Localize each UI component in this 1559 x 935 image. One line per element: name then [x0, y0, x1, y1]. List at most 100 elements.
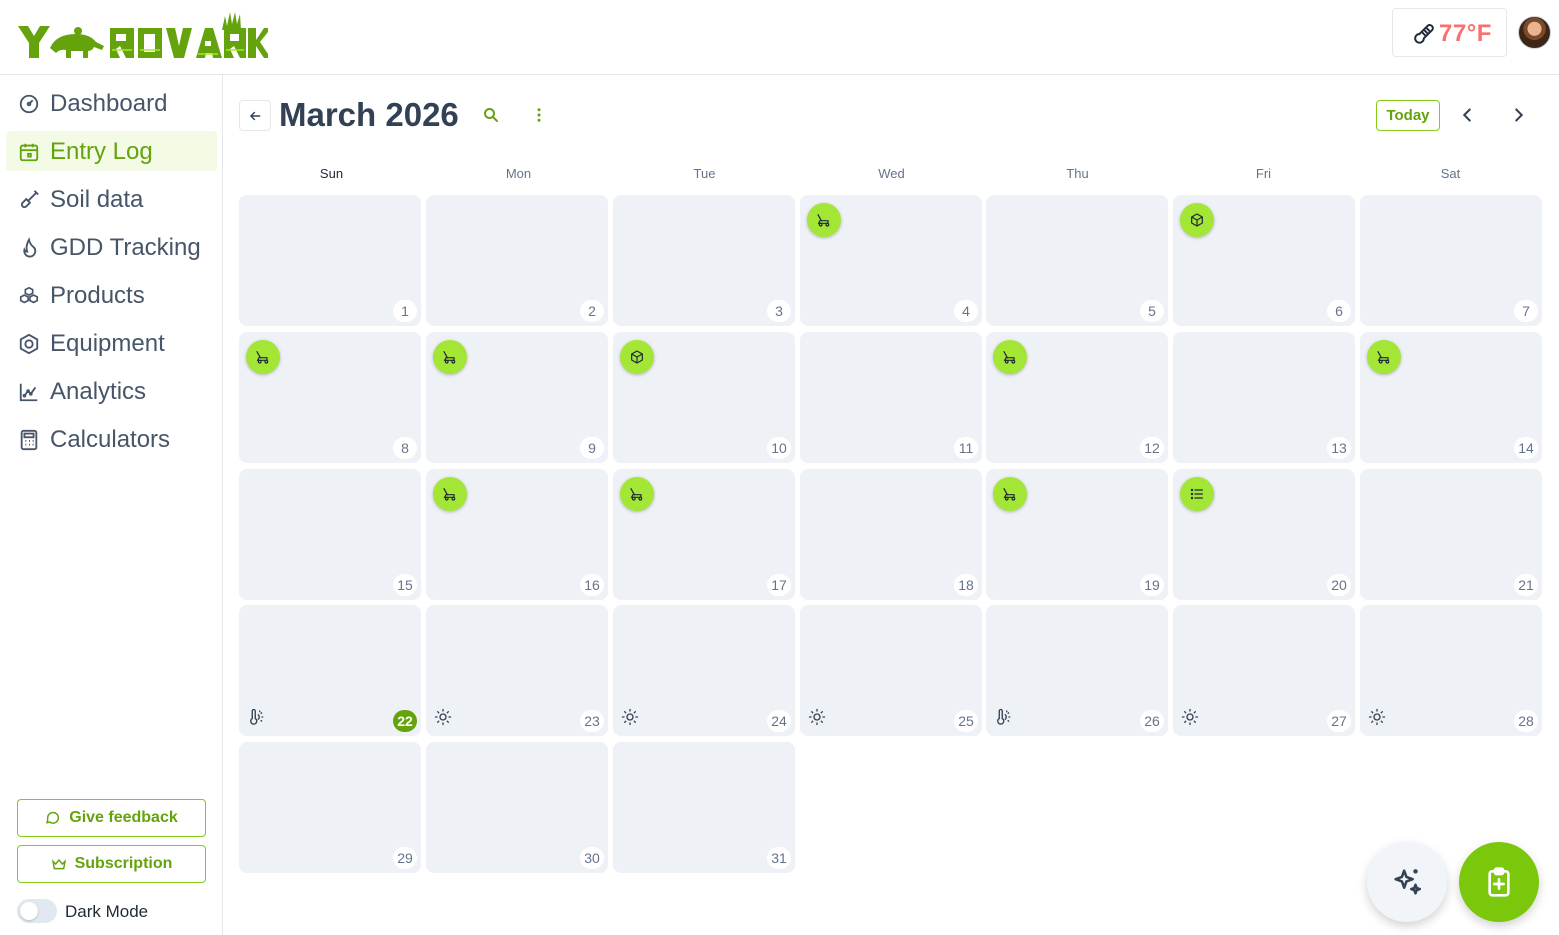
sidebar-item-label: GDD Tracking	[50, 234, 201, 261]
day-number: 29	[393, 847, 417, 869]
calendar-day-cell[interactable]: 1	[239, 195, 421, 326]
mower-entry-icon[interactable]	[620, 477, 654, 511]
day-number: 22	[393, 710, 417, 732]
back-button[interactable]	[239, 100, 271, 131]
calendar-day-cell[interactable]: 4	[800, 195, 982, 326]
user-avatar[interactable]	[1518, 16, 1551, 49]
calendar-day-cell[interactable]: 31	[613, 742, 795, 873]
calendar-day-cell[interactable]: 30	[426, 742, 608, 873]
calendar-day-cell[interactable]: 25	[800, 605, 982, 736]
clipboard-plus-icon	[1488, 867, 1510, 897]
sidebar-item-gdd-tracking[interactable]: GDD Tracking	[6, 227, 217, 267]
calendar-day-cell[interactable]: 14	[1360, 332, 1542, 463]
day-number: 8	[393, 437, 417, 459]
product-entry-icon[interactable]	[620, 340, 654, 374]
day-number: 23	[580, 710, 604, 732]
thermometer-icon	[1414, 24, 1434, 44]
mower-entry-icon[interactable]	[807, 203, 841, 237]
day-number: 13	[1327, 437, 1351, 459]
calendar-day-cell[interactable]: 19	[986, 469, 1168, 600]
give-feedback-button[interactable]: Give feedback	[17, 799, 206, 837]
calendar-day-cell[interactable]: 27	[1173, 605, 1355, 736]
calendar-day-cell[interactable]: 13	[1173, 332, 1355, 463]
calendar-day-cell[interactable]: 28	[1360, 605, 1542, 736]
calendar-day-cell[interactable]: 17	[613, 469, 795, 600]
day-number: 28	[1514, 710, 1538, 732]
sparkles-icon	[1394, 869, 1422, 895]
search-icon[interactable]	[482, 106, 500, 124]
sun-icon	[808, 708, 826, 726]
mower-entry-icon[interactable]	[993, 477, 1027, 511]
sidebar-item-analytics[interactable]: Analytics	[6, 371, 217, 411]
weekday-header: Thu	[1066, 166, 1089, 181]
mower-entry-icon[interactable]	[433, 477, 467, 511]
calendar-day-cell[interactable]: 24	[613, 605, 795, 736]
day-number: 25	[954, 710, 978, 732]
ai-assistant-button[interactable]	[1367, 842, 1447, 922]
calendar-day-cell[interactable]: 21	[1360, 469, 1542, 600]
list-entry-icon[interactable]	[1180, 477, 1214, 511]
calculator-icon	[20, 429, 38, 451]
weekday-header: Mon	[505, 166, 532, 181]
sun-icon	[434, 708, 452, 726]
give-feedback-label: Give feedback	[69, 809, 178, 826]
calendar-day-cell[interactable]: 10	[613, 332, 795, 463]
sidebar-item-dashboard[interactable]: Dashboard	[6, 83, 217, 123]
day-number: 31	[767, 847, 791, 869]
sidebar-item-products[interactable]: Products	[6, 275, 217, 315]
calendar-day-cell[interactable]: 15	[239, 469, 421, 600]
sun-icon	[621, 708, 639, 726]
chevron-right-icon[interactable]	[1508, 104, 1530, 126]
sidebar-item-label: Dashboard	[50, 90, 168, 117]
sun-icon	[1181, 708, 1199, 726]
day-number: 24	[767, 710, 791, 732]
more-vertical-icon[interactable]	[530, 106, 548, 124]
sidebar-item-label: Entry Log	[50, 138, 153, 165]
temperature-value: 77°F	[1439, 20, 1492, 47]
calendar-day-cell[interactable]: 18	[800, 469, 982, 600]
sidebar-item-soil-data[interactable]: Soil data	[6, 179, 217, 219]
day-number: 6	[1327, 300, 1351, 322]
sidebar-item-entry-log[interactable]: Entry Log	[6, 131, 217, 171]
calendar-day-cell[interactable]: 29	[239, 742, 421, 873]
weather-widget[interactable]: 77°F	[1392, 8, 1507, 57]
calendar-day-cell[interactable]: 7	[1360, 195, 1542, 326]
sidebar-item-equipment[interactable]: Equipment	[6, 323, 217, 363]
add-entry-button[interactable]	[1459, 842, 1539, 922]
calendar-day-cell[interactable]: 8	[239, 332, 421, 463]
calendar-day-cell[interactable]: 12	[986, 332, 1168, 463]
sidebar-item-calculators[interactable]: Calculators	[6, 419, 217, 459]
mower-entry-icon[interactable]	[993, 340, 1027, 374]
day-number: 17	[767, 574, 791, 596]
mower-entry-icon[interactable]	[433, 340, 467, 374]
sidebar-item-label: Equipment	[50, 330, 165, 357]
calendar-day-cell[interactable]: 11	[800, 332, 982, 463]
calendar-day-cell[interactable]: 16	[426, 469, 608, 600]
dark-mode-toggle[interactable]	[17, 899, 57, 923]
product-entry-icon[interactable]	[1180, 203, 1214, 237]
sidebar-item-label: Products	[50, 282, 145, 309]
mower-entry-icon[interactable]	[1367, 340, 1401, 374]
calendar-day-cell[interactable]: 3	[613, 195, 795, 326]
calendar-day-cell[interactable]: 2	[426, 195, 608, 326]
calendar-day-cell[interactable]: 6	[1173, 195, 1355, 326]
subscription-button[interactable]: Subscription	[17, 845, 206, 883]
calendar-day-cell[interactable]: 5	[986, 195, 1168, 326]
calendar-day-cell[interactable]: 22	[239, 605, 421, 736]
mower-entry-icon[interactable]	[246, 340, 280, 374]
calendar-day-cell[interactable]: 20	[1173, 469, 1355, 600]
sun-icon	[1368, 708, 1386, 726]
day-number: 14	[1514, 437, 1538, 459]
dark-mode-label: Dark Mode	[65, 902, 149, 921]
calendar-day-cell[interactable]: 9	[426, 332, 608, 463]
calendar-day-cell[interactable]: 26	[986, 605, 1168, 736]
chevron-left-icon[interactable]	[1456, 104, 1478, 126]
yardvark-logo[interactable]	[16, 10, 268, 58]
weekday-header: Sun	[319, 166, 344, 181]
calendar-day-cell[interactable]: 23	[426, 605, 608, 736]
day-number: 4	[954, 300, 978, 322]
day-number: 15	[393, 574, 417, 596]
today-button[interactable]: Today	[1376, 100, 1440, 131]
dashboard-gauge-icon	[19, 94, 39, 114]
sidebar-item-label: Analytics	[50, 378, 147, 405]
